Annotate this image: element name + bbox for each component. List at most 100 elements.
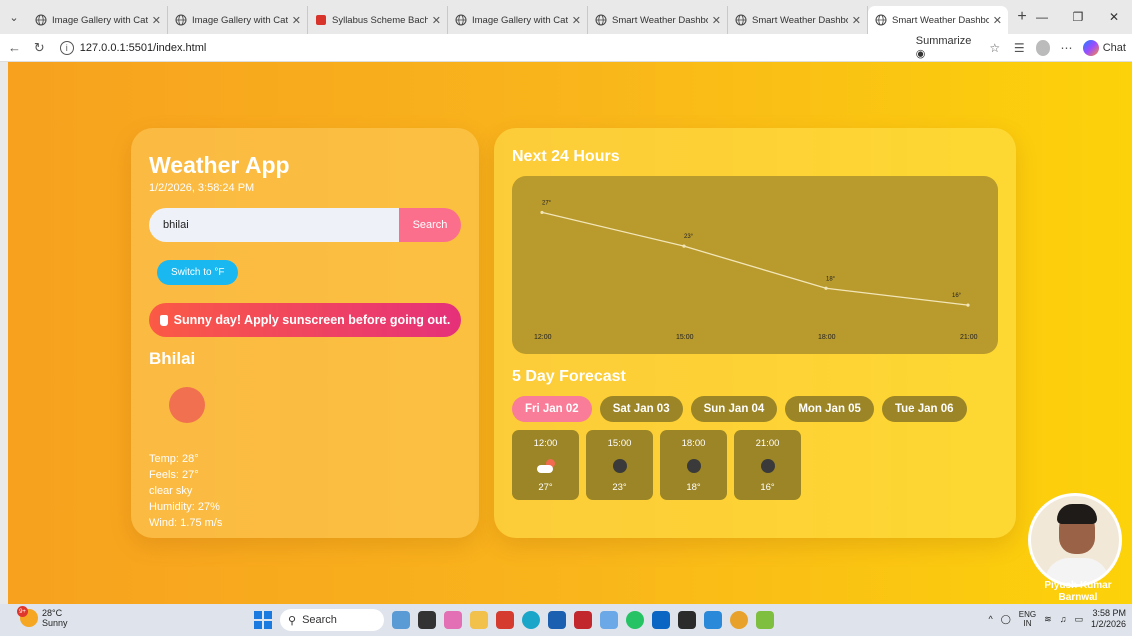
- browser-tab[interactable]: Image Gallery with Cate ✕: [448, 6, 588, 34]
- browser-tab[interactable]: Smart Weather Dashbo ✕: [868, 6, 1008, 34]
- linkedin-icon[interactable]: [652, 611, 670, 629]
- hour-card: 15:00 23°: [586, 430, 653, 500]
- globe-icon: [174, 14, 187, 27]
- tray-overflow-chevron-icon[interactable]: ^: [988, 614, 992, 624]
- tab-close-icon[interactable]: ✕: [852, 14, 861, 27]
- file-explorer-icon[interactable]: [470, 611, 488, 629]
- favorites-list-icon[interactable]: ☰: [1011, 39, 1028, 57]
- day-tab[interactable]: Mon Jan 05: [785, 396, 874, 422]
- vscode-icon[interactable]: [704, 611, 722, 629]
- browser-tab[interactable]: Image Gallery with Cate ✕: [168, 6, 308, 34]
- windows-taskbar: 9+ 28°C Sunny ⚲ Search ^ ◯ ENG IN ≋ ♫ ▭ …: [0, 604, 1132, 636]
- browser-tab-bar: ⌄ Image Gallery with Cate ✕ Image Gallery …: [0, 0, 1132, 34]
- chat-label: Chat: [1102, 41, 1126, 54]
- profile-avatar-icon[interactable]: [1035, 39, 1051, 56]
- widgets-icon[interactable]: [392, 611, 410, 629]
- globe-icon: [594, 14, 607, 27]
- window-controls: — ❐ ✕: [1024, 0, 1132, 34]
- volume-icon[interactable]: ♫: [1060, 614, 1067, 624]
- office-app-icon[interactable]: [496, 611, 514, 629]
- hourly-title: Next 24 Hours: [512, 148, 620, 165]
- terminal-icon[interactable]: [678, 611, 696, 629]
- browser-tab[interactable]: Syllabus Scheme Bachel ✕: [308, 6, 448, 34]
- night-dot-icon: [612, 458, 627, 473]
- taskbar-weather-widget[interactable]: 9+ 28°C Sunny: [17, 606, 68, 628]
- humidity-text: Humidity: 27%: [149, 501, 220, 513]
- x-tick-label: 21:00: [960, 334, 978, 341]
- copilot-app-icon[interactable]: [444, 611, 462, 629]
- search-icon: ⚲: [288, 614, 297, 627]
- taskbar-search-label: Search: [302, 614, 337, 626]
- hour-card: 21:00 16°: [734, 430, 801, 500]
- tab-actions-chevron-icon[interactable]: ⌄: [0, 0, 28, 34]
- profile-name: Piyush Kumar Barnwal: [1044, 580, 1112, 603]
- task-view-icon[interactable]: [418, 611, 436, 629]
- x-tick-label: 18:00: [818, 334, 836, 341]
- chart-point: [824, 286, 828, 290]
- weather-condition-icon: [169, 387, 205, 423]
- clock-date: 1/2/2026: [1090, 619, 1126, 629]
- tab-close-icon[interactable]: ✕: [572, 14, 581, 27]
- search-bar: Search: [149, 208, 461, 242]
- weather-alert-banner: Sunny day! Apply sunscreen before going …: [149, 303, 461, 337]
- tab-title: Image Gallery with Cate: [52, 14, 148, 26]
- summarize-label: Summarize: [915, 35, 972, 47]
- browser-tab[interactable]: Image Gallery with Cate ✕: [28, 6, 168, 34]
- close-window-button[interactable]: ✕: [1096, 0, 1132, 34]
- minimize-button[interactable]: —: [1024, 0, 1060, 34]
- day-tab[interactable]: Fri Jan 02: [512, 396, 592, 422]
- more-menu-icon[interactable]: ⋯: [1058, 39, 1075, 57]
- tab-close-icon[interactable]: ✕: [712, 14, 721, 27]
- tray-app-icon[interactable]: ◯: [1001, 614, 1011, 625]
- browser-tab[interactable]: Smart Weather Dashbo ✕: [728, 6, 868, 34]
- app-icon[interactable]: [600, 611, 618, 629]
- hour-card: 18:00 18°: [660, 430, 727, 500]
- point-label: 23°: [684, 234, 694, 240]
- day-tab[interactable]: Sun Jan 04: [690, 396, 778, 422]
- restore-button[interactable]: ❐: [1060, 0, 1096, 34]
- tab-close-icon[interactable]: ✕: [432, 14, 441, 27]
- back-arrow-icon[interactable]: ←: [4, 36, 25, 60]
- hourly-forecast-cards: 12:00 27° 15:00 23° 18:00 18° 21:00 16°: [512, 430, 998, 500]
- tab-strip: Image Gallery with Cate ✕ Image Gallery wi…: [28, 0, 1008, 34]
- browser-tab[interactable]: Smart Weather Dashbo ✕: [588, 6, 728, 34]
- whatsapp-icon[interactable]: [626, 611, 644, 629]
- globe-icon: [34, 14, 47, 27]
- taskbar-search[interactable]: ⚲ Search: [280, 609, 384, 631]
- hour-card: 12:00 27°: [512, 430, 579, 500]
- profile-photo: [1028, 493, 1122, 587]
- edge-browser-icon[interactable]: [522, 611, 540, 629]
- tab-close-icon[interactable]: ✕: [993, 14, 1002, 27]
- tab-close-icon[interactable]: ✕: [152, 14, 161, 27]
- forecast-card: Next 24 Hours 27° 12:00 23° 15:00 18° 18:00 16…: [494, 128, 1016, 538]
- search-button[interactable]: Search: [399, 208, 461, 242]
- temperature-line: [541, 211, 969, 306]
- address-bar-actions: Summarize ◉ ☆ ☰ ⋯ Chat: [916, 35, 1132, 60]
- feels-like-text: Feels: 27°: [149, 469, 199, 481]
- globe-icon: [734, 14, 747, 27]
- copilot-chat-button[interactable]: Chat: [1082, 39, 1126, 56]
- unit-toggle-button[interactable]: Switch to °F: [157, 260, 239, 285]
- url-field[interactable]: i 127.0.0.1:5501/index.html: [56, 37, 916, 59]
- windows-start-icon[interactable]: [254, 611, 272, 629]
- favorite-star-icon[interactable]: ☆: [986, 39, 1003, 57]
- day-tab[interactable]: Sat Jan 03: [599, 396, 683, 422]
- city-search-input[interactable]: [149, 208, 399, 242]
- day-tab[interactable]: Tue Jan 06: [881, 396, 967, 422]
- tab-title: Image Gallery with Cate: [192, 14, 288, 26]
- mcafee-icon[interactable]: [574, 611, 592, 629]
- system-clock[interactable]: 3:58 PM 1/2/2026: [1091, 608, 1126, 630]
- reload-icon[interactable]: ↻: [29, 36, 50, 60]
- chart-point: [966, 303, 970, 307]
- night-dot-icon: [760, 458, 775, 473]
- wifi-icon[interactable]: ≋: [1044, 614, 1052, 625]
- store-icon[interactable]: [548, 611, 566, 629]
- snipping-tool-icon[interactable]: [756, 611, 774, 629]
- wind-text: Wind: 1.75 m/s: [149, 517, 223, 529]
- summarize-button[interactable]: Summarize ◉: [916, 35, 979, 60]
- chrome-icon[interactable]: [730, 611, 748, 629]
- tab-close-icon[interactable]: ✕: [292, 14, 301, 27]
- battery-icon[interactable]: ▭: [1074, 614, 1083, 625]
- site-info-icon[interactable]: i: [59, 40, 74, 55]
- input-language[interactable]: ENG IN: [1019, 610, 1036, 628]
